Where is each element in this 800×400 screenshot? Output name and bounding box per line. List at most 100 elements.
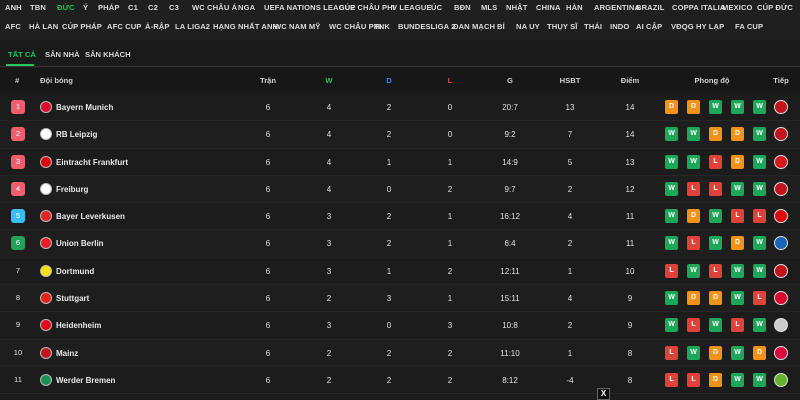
league-link[interactable]: C1 (128, 3, 138, 12)
form-badge[interactable]: W (687, 154, 700, 169)
league-link[interactable]: WC CHÂU Á (192, 3, 237, 12)
league-link[interactable]: NA UY (516, 22, 540, 31)
form-badge[interactable]: D (709, 345, 722, 360)
next-opponent-crest-icon[interactable] (774, 318, 788, 333)
form-badge[interactable]: D (731, 127, 744, 142)
next-opponent-crest-icon[interactable] (774, 345, 788, 360)
form-badge[interactable]: D (709, 127, 722, 142)
form-badge[interactable]: W (709, 209, 722, 224)
team-name[interactable]: Dortmund (56, 267, 94, 276)
league-link[interactable]: MLS (481, 3, 497, 12)
team-name[interactable]: Freiburg (56, 185, 88, 194)
league-link[interactable]: ÚC (431, 3, 442, 12)
form-badge[interactable]: L (665, 263, 678, 278)
team-name[interactable]: Werder Bremen (56, 376, 115, 385)
table-row[interactable]: 2 RB Leipzig 6 4 2 0 9:2 7 14 W W D D W (0, 121, 800, 149)
league-link[interactable]: BRAZIL (636, 3, 664, 12)
table-row[interactable]: 4 Freiburg 6 4 0 2 9:7 2 12 W L L W W (0, 175, 800, 204)
form-badge[interactable]: D (731, 154, 744, 169)
league-link[interactable]: PHÁP (98, 3, 120, 12)
form-badge[interactable]: L (753, 209, 766, 224)
league-link[interactable]: Ý (83, 3, 88, 12)
league-link[interactable]: V LEAGUE (392, 3, 432, 12)
league-link[interactable]: Ả-RẬP (145, 22, 170, 31)
form-badge[interactable]: L (731, 209, 744, 224)
form-badge[interactable]: W (665, 236, 678, 251)
next-opponent-crest-icon[interactable] (774, 127, 788, 142)
league-link[interactable]: HẠNG NHẤT ANH (213, 22, 278, 31)
form-badge[interactable]: W (709, 236, 722, 251)
next-opponent-crest-icon[interactable] (774, 181, 788, 196)
league-link[interactable]: ĐỨC (57, 3, 75, 12)
team-name[interactable]: Heidenheim (56, 321, 101, 330)
league-link[interactable]: AFC (5, 22, 21, 31)
form-badge[interactable]: W (731, 372, 744, 387)
team-name[interactable]: Stuttgart (56, 294, 89, 303)
form-badge[interactable]: D (753, 345, 766, 360)
league-link[interactable]: FA CUP (735, 22, 763, 31)
form-badge[interactable]: W (753, 100, 766, 114)
table-row[interactable]: 1 Bayern Munich 6 4 2 0 20:7 13 14 D D W W W (0, 94, 800, 122)
form-badge[interactable]: W (753, 127, 766, 142)
league-link[interactable]: VĐQG HY LẠP (671, 22, 724, 31)
form-badge[interactable]: L (709, 181, 722, 196)
league-link[interactable]: NGA (238, 3, 255, 12)
form-badge[interactable]: W (753, 372, 766, 387)
team-name[interactable]: Mainz (56, 349, 78, 358)
form-badge[interactable]: D (687, 291, 700, 306)
league-link[interactable]: CÚP CHÂU PHI (339, 3, 395, 12)
table-row[interactable]: 8 Stuttgart 6 2 3 1 15:11 4 9 W D D W L (0, 285, 800, 313)
league-link[interactable]: C2 (148, 3, 158, 12)
tab-all[interactable]: TẤT CẢ (8, 50, 36, 59)
league-link[interactable]: ĐAN MẠCH (453, 22, 495, 31)
form-badge[interactable]: W (665, 291, 678, 306)
league-link[interactable]: CÚP PHÁP (62, 22, 102, 31)
league-link[interactable]: THỤY SĨ (547, 22, 578, 31)
league-link[interactable]: NHẬT (506, 3, 528, 12)
league-link[interactable]: TBN (30, 3, 46, 12)
form-badge[interactable]: W (731, 181, 744, 196)
tab-home[interactable]: SÂN NHÀ (45, 50, 80, 59)
form-badge[interactable]: D (687, 209, 700, 224)
team-name[interactable]: Union Berlin (56, 239, 104, 248)
form-badge[interactable]: W (753, 181, 766, 196)
table-row[interactable]: 9 Heidenheim 6 3 0 3 10:8 2 9 W L W L W (0, 312, 800, 340)
form-badge[interactable]: W (709, 100, 722, 114)
league-link[interactable]: CÚP ĐỨC (757, 3, 793, 12)
table-row[interactable]: 3 Eintracht Frankfurt 6 4 1 1 14:9 5 13 W W L D W (0, 148, 800, 176)
league-link[interactable]: MEXICO (722, 3, 753, 12)
form-badge[interactable]: W (687, 263, 700, 278)
league-link[interactable]: C3 (169, 3, 179, 12)
form-badge[interactable]: L (753, 291, 766, 306)
form-badge[interactable]: W (753, 318, 766, 333)
team-name[interactable]: RB Leipzig (56, 130, 97, 139)
league-link[interactable]: HÀN (566, 3, 583, 12)
league-link[interactable]: BUNDESLIGA 2 (398, 22, 455, 31)
form-badge[interactable]: W (731, 291, 744, 306)
form-badge[interactable]: W (687, 345, 700, 360)
league-link[interactable]: TNK (374, 22, 390, 31)
league-link[interactable]: AI CẬP (636, 22, 662, 31)
form-badge[interactable]: D (687, 100, 700, 114)
form-badge[interactable]: L (709, 263, 722, 278)
next-opponent-crest-icon[interactable] (774, 263, 788, 278)
form-badge[interactable]: L (687, 372, 700, 387)
form-badge[interactable]: D (709, 291, 722, 306)
close-ad-button[interactable]: X (597, 388, 610, 400)
form-badge[interactable]: L (665, 372, 678, 387)
form-badge[interactable]: D (665, 100, 678, 114)
team-name[interactable]: Bayer Leverkusen (56, 212, 125, 221)
form-badge[interactable]: W (665, 154, 678, 169)
league-link[interactable]: BỈ (497, 22, 505, 31)
form-badge[interactable]: W (665, 318, 678, 333)
form-badge[interactable]: L (731, 318, 744, 333)
table-row[interactable]: 11 Werder Bremen 6 2 2 2 8:12 -4 8 L L D W W (0, 366, 800, 395)
table-row[interactable]: 7 Dortmund 6 3 1 2 12:11 1 10 L W L W W (0, 257, 800, 286)
form-badge[interactable]: L (687, 236, 700, 251)
form-badge[interactable]: L (687, 318, 700, 333)
form-badge[interactable]: L (709, 154, 722, 169)
form-badge[interactable]: W (753, 154, 766, 169)
form-badge[interactable]: W (753, 236, 766, 251)
next-opponent-crest-icon[interactable] (774, 372, 788, 387)
table-row[interactable]: 10 Mainz 6 2 2 2 11:10 1 8 L W D W D (0, 339, 800, 367)
